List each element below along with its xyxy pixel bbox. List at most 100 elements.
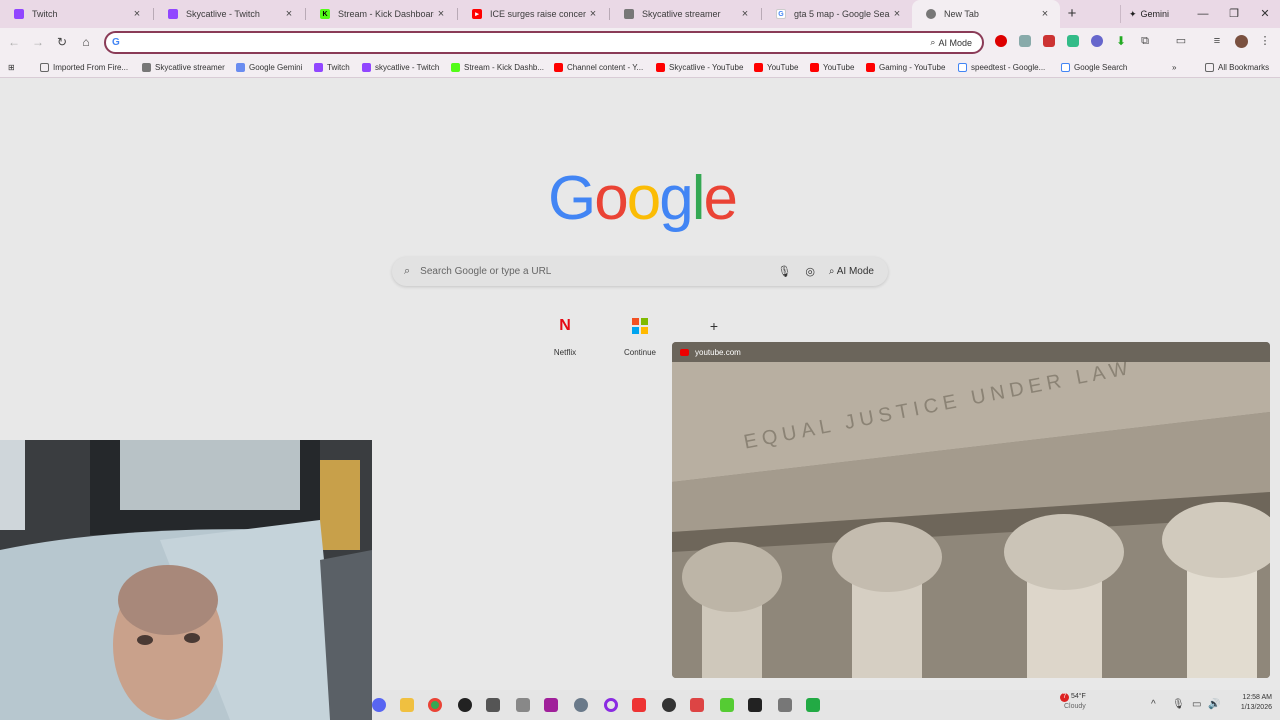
- media-control-icon[interactable]: ≡: [1211, 35, 1223, 47]
- microphone-icon[interactable]: 🎙: [777, 265, 791, 278]
- clock-date: 1/13/2026: [1240, 704, 1272, 711]
- lens-icon[interactable]: ◎: [805, 265, 815, 278]
- display-icon[interactable]: ▭: [1192, 699, 1201, 710]
- volume-icon[interactable]: 🔊: [1208, 699, 1220, 710]
- all-bookmarks-button[interactable]: All Bookmarks: [1205, 60, 1269, 74]
- tab-skycatlive-twitch[interactable]: Skycatlive - Twitch ×: [154, 0, 304, 28]
- microsoft-icon: [626, 312, 654, 340]
- opera-icon[interactable]: [995, 35, 1007, 47]
- app-icon[interactable]: [604, 698, 618, 712]
- tab-label: Skycatlive - Twitch: [186, 9, 260, 19]
- close-icon[interactable]: ×: [130, 8, 144, 20]
- extension-icon[interactable]: [1019, 35, 1031, 47]
- minimize-button[interactable]: —: [1195, 6, 1211, 22]
- app-icon[interactable]: [690, 698, 704, 712]
- app-icon[interactable]: [720, 698, 734, 712]
- close-icon[interactable]: ×: [434, 8, 448, 20]
- extension-icon[interactable]: [1091, 35, 1103, 47]
- home-button[interactable]: ⌂: [78, 34, 94, 50]
- bookmark-item[interactable]: Channel content - Y...: [554, 60, 643, 74]
- microphone-icon[interactable]: 🎙: [1172, 699, 1185, 710]
- app-icon[interactable]: [632, 698, 646, 712]
- close-icon[interactable]: ×: [1038, 8, 1052, 20]
- discord-icon[interactable]: [372, 698, 386, 712]
- twitch-icon: [168, 9, 178, 19]
- youtube-icon: [754, 62, 763, 72]
- bookmark-item[interactable]: YouTube: [754, 60, 798, 74]
- search-placeholder: Search Google or type a URL: [420, 266, 552, 277]
- address-input[interactable]: [128, 36, 931, 49]
- avatar[interactable]: [1235, 35, 1248, 48]
- settings-icon[interactable]: [574, 698, 588, 712]
- picture-in-picture-video[interactable]: EQUAL JUSTICE UNDER LAW youtube.com: [672, 342, 1270, 678]
- chevron-right-icon[interactable]: »: [1172, 60, 1176, 74]
- close-icon[interactable]: ×: [282, 8, 296, 20]
- bookmark-item[interactable]: speedtest - Google...: [958, 60, 1045, 74]
- megaphone-icon[interactable]: [1043, 35, 1055, 47]
- bookmark-item[interactable]: Google Search: [1061, 60, 1127, 74]
- youtube-icon: [554, 62, 563, 72]
- google-logo: Google: [548, 164, 738, 233]
- tab-new-tab[interactable]: New Tab ×: [912, 0, 1060, 28]
- back-button[interactable]: ←: [6, 34, 22, 50]
- tab-kick-dashboard[interactable]: K Stream - Kick Dashboard ×: [306, 0, 456, 28]
- puzzle-icon[interactable]: ⧉: [1139, 35, 1151, 47]
- cast-icon[interactable]: ▭: [1175, 35, 1187, 47]
- bookmark-item[interactable]: Gaming - YouTube: [866, 60, 945, 74]
- close-icon[interactable]: ×: [738, 8, 752, 20]
- close-icon[interactable]: ×: [890, 8, 904, 20]
- bookmark-item[interactable]: Skycatlive - YouTube: [656, 60, 743, 74]
- forward-button[interactable]: →: [30, 34, 46, 50]
- menu-icon[interactable]: ⋮: [1259, 35, 1271, 47]
- tab-google-search[interactable]: G gta 5 map - Google Search ×: [762, 0, 912, 28]
- weather-widget[interactable]: 7 54°F Cloudy: [1060, 692, 1086, 712]
- twitch-icon: [14, 9, 24, 19]
- bookmark-item[interactable]: Google Gemini: [236, 60, 302, 74]
- bookmark-label: YouTube: [823, 62, 855, 72]
- ai-mode-button[interactable]: ⌕ AI Mode: [930, 37, 972, 48]
- app-icon[interactable]: [486, 698, 500, 712]
- weather-temp: 54°F: [1070, 693, 1086, 700]
- google-icon: G: [112, 37, 120, 48]
- close-icon[interactable]: ×: [586, 8, 600, 20]
- kick-icon: K: [320, 9, 330, 19]
- tab-twitch[interactable]: Twitch ×: [0, 0, 152, 28]
- app-icon[interactable]: [516, 698, 530, 712]
- ntp-search-box[interactable]: ⌕ Search Google or type a URL 🎙 ◎ ⌕ AI M…: [392, 257, 888, 286]
- apps-icon[interactable]: ⊞: [8, 60, 15, 74]
- bookmark-item[interactable]: skycatlive - Twitch: [362, 60, 439, 74]
- app-icon[interactable]: [778, 698, 792, 712]
- app-icon[interactable]: [806, 698, 820, 712]
- maximize-button[interactable]: ❐: [1226, 6, 1242, 22]
- system-clock[interactable]: 12:58 AM 1/13/2026: [1228, 693, 1272, 713]
- bookmark-label: Google Search: [1074, 62, 1128, 72]
- app-icon[interactable]: [458, 698, 472, 712]
- webcam-image: [0, 440, 372, 720]
- app-icon[interactable]: [748, 698, 762, 712]
- chrome-icon: [926, 9, 936, 19]
- ai-mode-button[interactable]: ⌕ AI Mode: [829, 266, 874, 277]
- tab-skycatlive-streamer[interactable]: Skycatlive streamer ×: [610, 0, 760, 28]
- gemini-icon: [236, 62, 245, 72]
- close-window-button[interactable]: ✕: [1257, 6, 1273, 22]
- gemini-button[interactable]: ✦ Gemini: [1120, 5, 1177, 23]
- app-icon[interactable]: [544, 698, 558, 712]
- file-explorer-icon[interactable]: [400, 698, 414, 712]
- clock-time: 12:58 AM: [1242, 694, 1272, 701]
- tab-ice-surges[interactable]: ▸ ICE surges raise concerns ×: [458, 0, 608, 28]
- new-tab-button[interactable]: +: [1064, 6, 1080, 22]
- extension-icon[interactable]: [1067, 35, 1079, 47]
- bookmark-item[interactable]: Stream - Kick Dashb...: [451, 60, 544, 74]
- chevron-up-icon[interactable]: ^: [1151, 699, 1156, 710]
- chrome-icon[interactable]: [428, 698, 442, 712]
- address-bar[interactable]: G ⌕ AI Mode: [104, 31, 984, 54]
- shortcut-continue[interactable]: Continue: [610, 311, 670, 371]
- bookmark-item[interactable]: Twitch: [314, 60, 350, 74]
- app-icon[interactable]: [662, 698, 676, 712]
- reload-button[interactable]: ↻: [54, 34, 70, 50]
- bookmark-item[interactable]: YouTube: [810, 60, 854, 74]
- shortcut-netflix[interactable]: N Netflix: [535, 311, 595, 371]
- download-icon[interactable]: ⬇: [1115, 35, 1127, 47]
- bookmark-item[interactable]: Imported From Fire...: [40, 60, 128, 74]
- bookmark-item[interactable]: Skycatlive streamer: [142, 60, 225, 74]
